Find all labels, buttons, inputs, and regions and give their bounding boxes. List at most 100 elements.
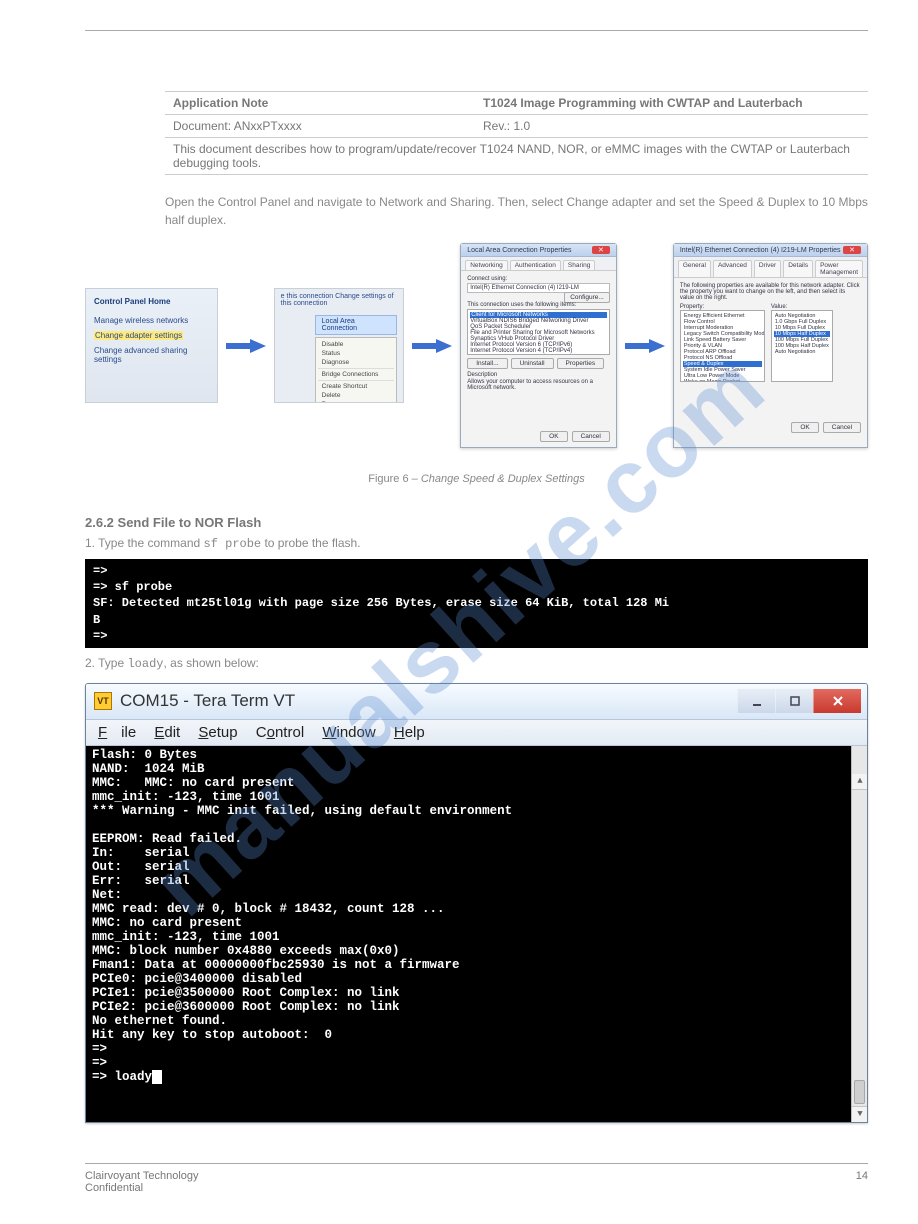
tab-advanced[interactable]: Advanced [713,260,752,277]
dialog-titlebar: Local Area Connection Properties ✕ [461,244,616,257]
caption-prefix: Figure 6 – [368,473,421,485]
ctx-separator [318,380,395,381]
ctx-topline: e this connection Change settings of thi… [275,289,404,311]
tab-general[interactable]: General [678,260,711,277]
rev-value: 1.0 [513,119,530,133]
scroll-up-icon[interactable]: ▲ [852,774,868,790]
close-icon[interactable]: ✕ [843,246,861,254]
scroll-thumb[interactable] [854,1080,865,1104]
dialog-titlebar: Intel(R) Ethernet Connection (4) I219-LM… [674,244,867,257]
close-icon[interactable]: ✕ [592,246,610,254]
description-label: Description [467,372,610,378]
scrollbar[interactable]: ▲ ▼ [851,746,867,1122]
col-title: T1024 Image Programming with CWTAP and L… [483,96,860,110]
cp-sharing-link[interactable]: Change advanced sharing settings [94,346,209,364]
rev-cell: Rev.: 1.0 [483,119,860,133]
table-header-row: Application Note T1024 Image Programming… [165,91,868,115]
uninstall-button[interactable]: Uninstall [511,358,554,369]
rev-prefix: Rev.: [483,119,513,133]
tab-details[interactable]: Details [783,260,813,277]
step1-suffix: to probe the flash. [261,536,360,550]
maximize-button[interactable] [775,689,813,713]
tab-authentication[interactable]: Authentication [510,260,561,270]
doc-number: ANxxPTxxxx [234,119,302,133]
step2-command: loady [127,657,163,671]
doc-header-table: Application Note T1024 Image Programming… [85,91,868,175]
cp-adapter-link[interactable]: Change adapter settings [94,331,209,340]
cancel-button[interactable]: Cancel [823,422,861,433]
install-button[interactable]: Install... [467,358,507,369]
ctx-disable[interactable]: Disable [316,340,397,349]
context-menu: Disable Status Diagnose Bridge Connectio… [315,337,398,403]
control-panel-snippet: Control Panel Home Manage wireless netwo… [85,288,218,403]
adapter-advanced-dialog: Intel(R) Ethernet Connection (4) I219-LM… [673,243,868,448]
item-properties-button[interactable]: Properties [557,358,605,369]
cp-home: Control Panel Home [94,297,209,306]
col-application: Application Note [173,96,483,110]
arrow-icon-1 [226,339,266,353]
cancel-button[interactable]: Cancel [572,431,610,442]
menu-setup[interactable]: Setup [198,724,237,741]
tera-term-titlebar: VT COM15 - Tera Term VT [86,684,867,720]
arrow-icon-2 [412,339,452,353]
figure-6-caption: Figure 6 – Change Speed & Duplex Setting… [85,473,868,485]
description-text: Allows your computer to access resources… [467,379,610,391]
list-item[interactable]: Internet Protocol Version 4 (TCP/IPv4) [470,348,607,354]
ctx-delete[interactable]: Delete [316,391,397,400]
ok-button[interactable]: OK [791,422,818,433]
local-area-connection[interactable]: Local Area Connection [315,315,398,335]
menu-window[interactable]: Window [322,724,375,741]
value-listbox[interactable]: Auto Negotiation 1.0 Gbps Full Duplex 10… [771,310,833,382]
intro-paragraph: Open the Control Panel and navigate to N… [85,193,868,229]
step1-command: sf probe [204,537,262,551]
step-1: 1. Type the command sf probe to probe th… [85,536,868,551]
tera-term-menubar: File Edit Setup Control Window Help [86,720,867,746]
caption-italic: Change Speed & Duplex Settings [421,473,585,485]
arrow-icon-3 [625,339,665,353]
tab-power[interactable]: Power Management [815,260,863,277]
table-summary-row: This document describes how to program/u… [165,137,868,175]
dialog-title: Intel(R) Ethernet Connection (4) I219-LM… [680,247,841,254]
step2-prefix: 2. Type [85,656,127,670]
cp-adapter-highlight: Change adapter settings [94,331,183,340]
menu-edit[interactable]: Edit [154,724,180,741]
dialog-tabs: General Advanced Driver Details Power Ma… [674,257,867,278]
property-listbox[interactable]: Energy Efficient Ethernet Flow Control I… [680,310,765,382]
section-2-6-2-title: 2.6.2 Send File to NOR Flash [85,515,868,530]
doc-prefix: Document: [173,119,234,133]
dialog-title: Local Area Connection Properties [467,247,571,254]
doc-cell: Document: ANxxPTxxxx [173,119,483,133]
table-doc-row: Document: ANxxPTxxxx Rev.: 1.0 [165,115,868,137]
ctx-diagnose[interactable]: Diagnose [316,358,397,367]
menu-control[interactable]: Control [256,724,304,741]
terminal-output-sf-probe: => => sf probe SF: Detected mt25tl01g wi… [85,559,868,648]
ctx-status[interactable]: Status [316,349,397,358]
tab-driver[interactable]: Driver [754,260,781,277]
ctx-bridge[interactable]: Bridge Connections [316,370,397,379]
list-item[interactable]: Wake on Magic Packet [683,379,762,382]
minimize-button[interactable] [737,689,775,713]
terminal-cursor [152,1070,162,1084]
tab-networking[interactable]: Networking [465,260,508,270]
page-number: 14 [856,1170,868,1194]
close-button[interactable] [813,689,861,713]
menu-help[interactable]: Help [394,724,425,741]
advanced-desc: The following properties are available f… [680,283,861,301]
menu-file[interactable]: File [98,724,136,741]
items-listbox[interactable]: Client for Microsoft Networks VirtualBox… [467,309,610,355]
ctx-rename[interactable]: Rename [316,400,397,403]
terminal-text: Flash: 0 Bytes NAND: 1024 MiB MMC: MMC: … [92,748,512,1084]
header-rule [85,30,868,31]
tab-sharing[interactable]: Sharing [563,260,595,270]
lac-properties-dialog: Local Area Connection Properties ✕ Netwo… [460,243,617,448]
scroll-down-icon[interactable]: ▼ [852,1106,868,1122]
dialog-tabs: Networking Authentication Sharing [461,257,616,271]
step1-prefix: 1. Type the command [85,536,204,550]
cp-wireless-link[interactable]: Manage wireless networks [94,316,209,325]
list-item[interactable]: Auto Negotiation [774,349,830,355]
tera-term-terminal[interactable]: Flash: 0 Bytes NAND: 1024 MiB MMC: MMC: … [86,746,867,1122]
ok-button[interactable]: OK [540,431,567,442]
teraterm-icon: VT [94,692,112,710]
ctx-shortcut[interactable]: Create Shortcut [316,382,397,391]
figure-6: Control Panel Home Manage wireless netwo… [85,243,868,448]
